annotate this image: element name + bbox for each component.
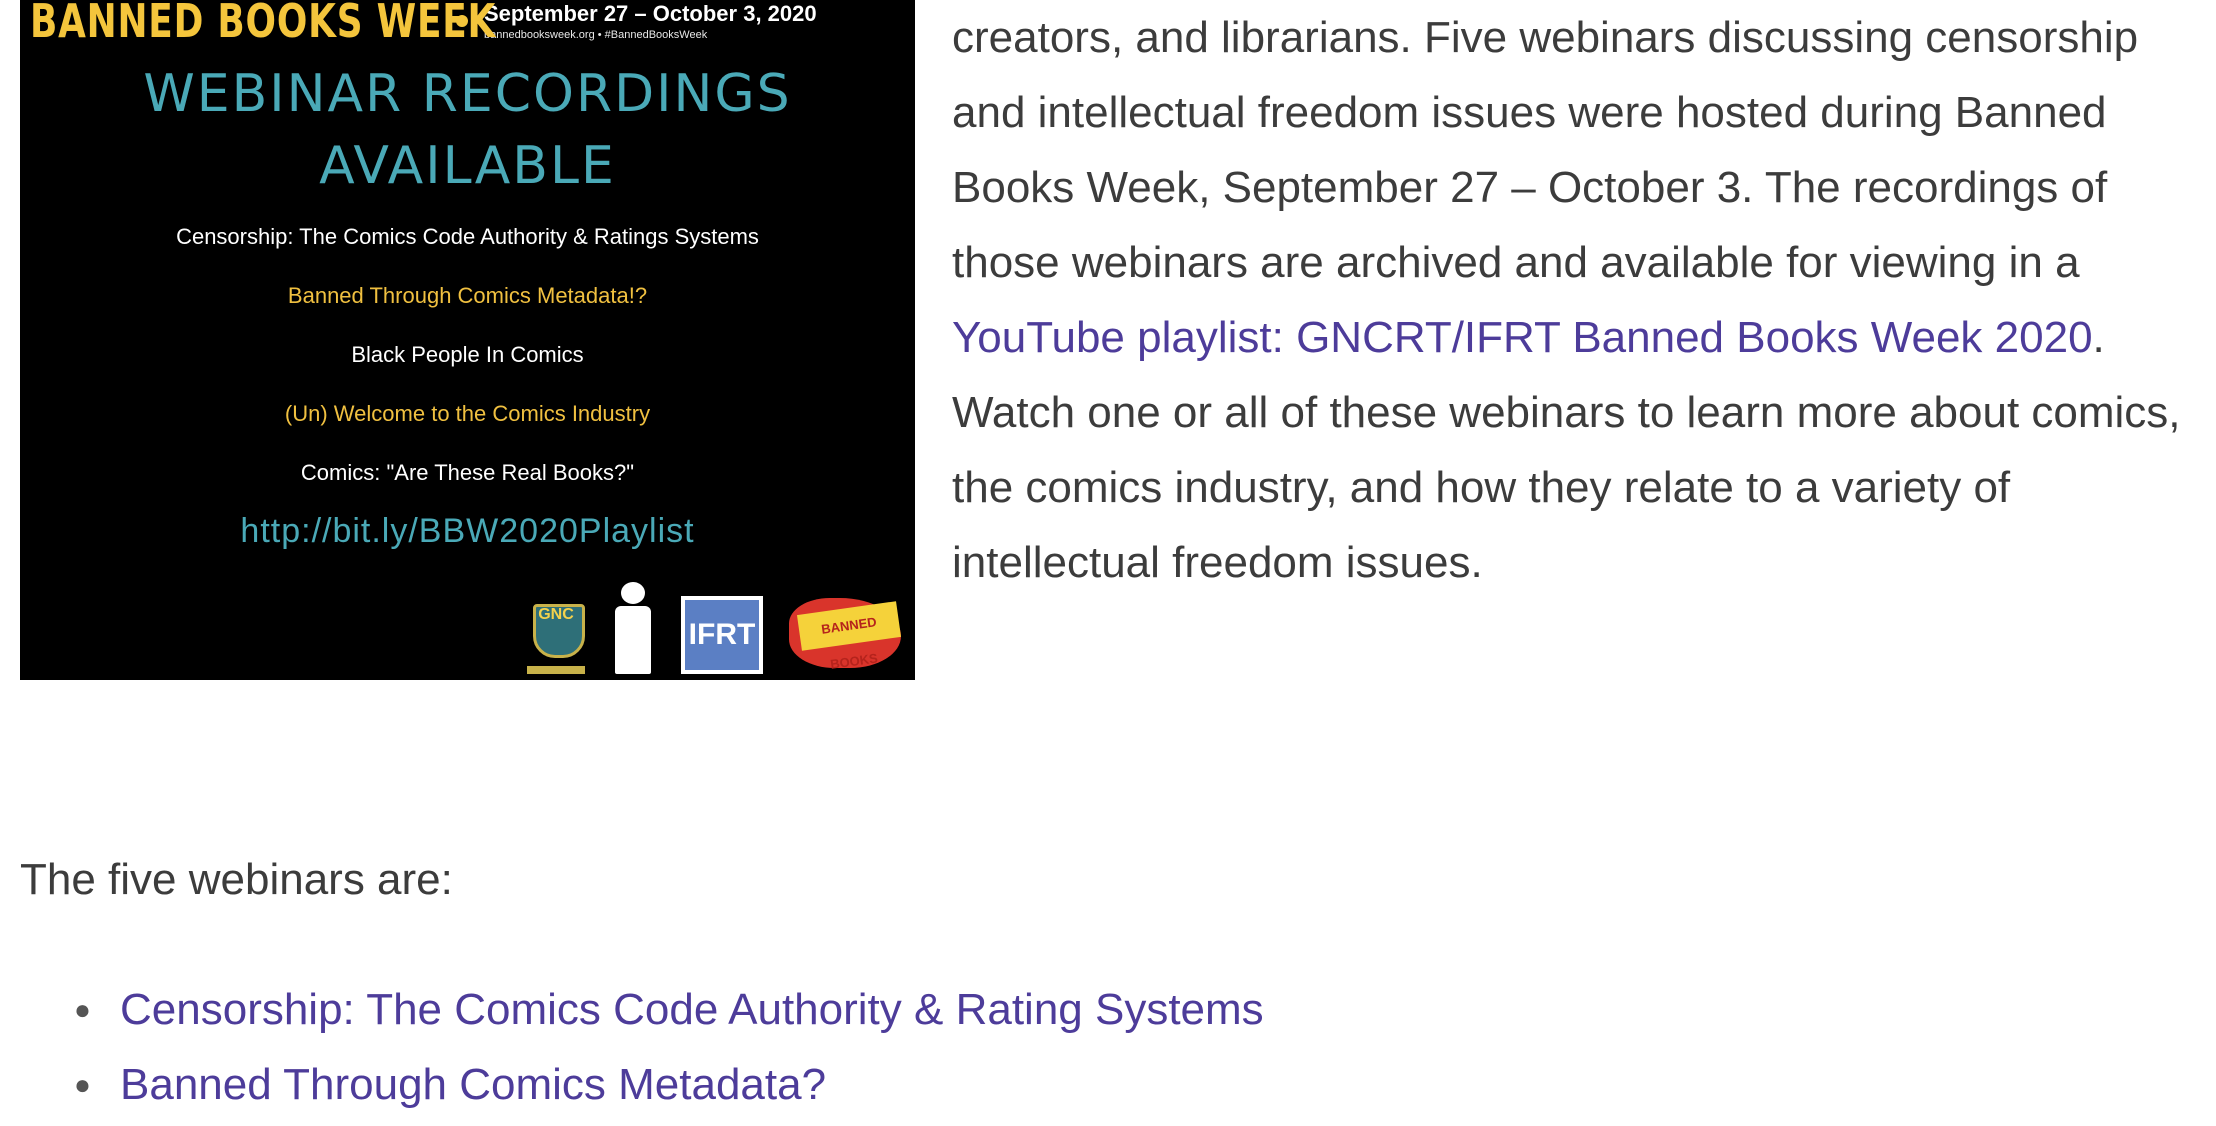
ifrt-logo-label: IFRT (688, 618, 756, 651)
poster-site: bannedbooksweek.org • #BannedBooksWeek (484, 29, 708, 41)
poster-headline-line2: AVAILABLE (319, 136, 616, 196)
bullet-icon: ● (74, 1069, 91, 1100)
webinars-intro: The five webinars are: (20, 855, 453, 904)
poster-dates: September 27 – October 3, 2020 bannedboo… (484, 1, 817, 41)
banned-books-logo-icon: BANNED BOOKS (789, 590, 907, 674)
poster-logos: GNC IFRT BANNED BOOKS (527, 582, 907, 674)
webinar-list: ● Censorship: The Comics Code Authority … (74, 972, 1264, 1122)
poster-url: http://bit.ly/BBW2020Playlist (240, 512, 695, 550)
poster-headline-line1: WEBINAR RECORDINGS (143, 64, 792, 124)
poster-item: Censorship: The Comics Code Authority & … (176, 224, 759, 249)
youtube-playlist-link[interactable]: YouTube playlist: GNCRT/IFRT Banned Book… (952, 313, 2093, 362)
poster-item: Black People In Comics (351, 342, 584, 367)
gncrt-logo-label: GNC (538, 606, 574, 623)
article-paragraph: creators, and librarians. Five webinars … (952, 0, 2212, 600)
webinar-link-metadata[interactable]: Banned Through Comics Metadata? (120, 1060, 826, 1109)
poster-webinar-list: Censorship: The Comics Code Authority & … (20, 222, 915, 517)
list-item: ● Banned Through Comics Metadata? (74, 1047, 1264, 1122)
gncrt-logo-icon: GNC (527, 594, 585, 674)
poster-item: Banned Through Comics Metadata!? (287, 283, 648, 308)
bullet-icon: ● (74, 994, 91, 1025)
poster-header: BANNED BOOKS WEEK September 27 – October… (30, 0, 915, 56)
banned-books-week-poster-image: BANNED BOOKS WEEK September 27 – October… (20, 0, 915, 680)
poster-headline: WEBINAR RECORDINGS AVAILABLE (20, 58, 915, 202)
person-figure-logo-icon (611, 582, 655, 674)
poster-item: Comics: "Are These Real Books?" (300, 460, 635, 485)
poster-item: (Un) Welcome to the Comics Industry (284, 401, 651, 426)
poster-date-range: September 27 – October 3, 2020 (484, 1, 817, 26)
paragraph-text-before-link: creators, and librarians. Five webinars … (952, 13, 2139, 287)
poster-brand: BANNED BOOKS WEEK (30, 0, 497, 48)
ifrt-logo-icon: IFRT (681, 596, 763, 674)
webinar-link-censorship[interactable]: Censorship: The Comics Code Authority & … (120, 985, 1264, 1034)
list-item: ● Censorship: The Comics Code Authority … (74, 972, 1264, 1047)
